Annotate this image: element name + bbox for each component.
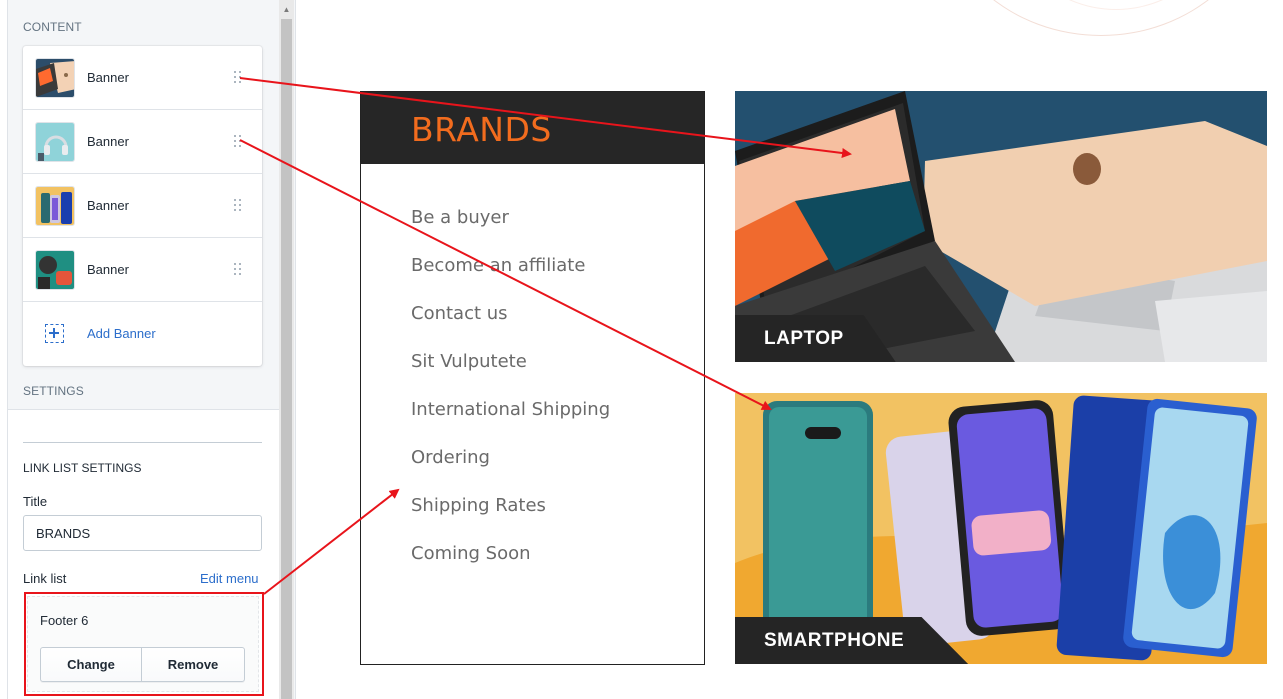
- banner-item-2[interactable]: Banner: [23, 110, 262, 174]
- brands-footer-menu: BRANDS Be a buyer Become an affiliate Co…: [360, 91, 705, 665]
- menu-link[interactable]: Contact us: [411, 303, 508, 324]
- settings-section-label: SETTINGS: [23, 384, 84, 398]
- gadgets-thumbnail: [35, 250, 75, 290]
- banner-list-card: Banner Banner Banner Banner Add Banner: [23, 46, 262, 366]
- annotation-highlight-box: [24, 592, 264, 696]
- brands-title: BRANDS: [411, 110, 552, 149]
- banner-label: Banner: [87, 198, 129, 213]
- drag-handle-icon[interactable]: [233, 198, 245, 214]
- laptop-promo-banner[interactable]: LAPTOP: [735, 91, 1267, 362]
- smartphone-thumbnail: [35, 186, 75, 226]
- link-list-label: Link list: [23, 571, 67, 586]
- banner-item-3[interactable]: Banner: [23, 174, 262, 238]
- add-banner-label: Add Banner: [87, 326, 156, 341]
- settings-divider: [23, 442, 262, 443]
- sidebar-edge: [0, 0, 8, 699]
- menu-link[interactable]: Ordering: [411, 447, 490, 468]
- title-field-label: Title: [23, 494, 48, 509]
- title-input[interactable]: [23, 515, 262, 551]
- laptop-thumbnail: [35, 58, 75, 98]
- menu-link[interactable]: Coming Soon: [411, 543, 531, 564]
- menu-link[interactable]: Shipping Rates: [411, 495, 546, 516]
- smartphone-promo-banner[interactable]: SMARTPHONE: [735, 393, 1267, 664]
- menu-link[interactable]: Be a buyer: [411, 207, 509, 228]
- add-section-icon: [45, 324, 64, 343]
- headphones-thumbnail: [35, 122, 75, 162]
- scroll-up-arrow-icon[interactable]: ▲: [279, 0, 294, 18]
- drag-handle-icon[interactable]: [233, 134, 245, 150]
- scroll-thumb[interactable]: [281, 19, 292, 699]
- menu-link[interactable]: Sit Vulputete: [411, 351, 527, 372]
- content-section-label: CONTENT: [23, 20, 82, 34]
- banner-item-4[interactable]: Banner: [23, 238, 262, 302]
- link-list-settings-heading: LINK LIST SETTINGS: [23, 461, 142, 475]
- banner-label: Banner: [87, 70, 129, 85]
- menu-link[interactable]: International Shipping: [411, 399, 610, 420]
- menu-link[interactable]: Become an affiliate: [411, 255, 585, 276]
- drag-handle-icon[interactable]: [233, 262, 245, 278]
- sidebar-scrollbar[interactable]: ▲: [279, 0, 294, 699]
- banner-item-1[interactable]: Banner: [23, 46, 262, 110]
- banner-label: Banner: [87, 134, 129, 149]
- drag-handle-icon[interactable]: [233, 70, 245, 86]
- edit-menu-link[interactable]: Edit menu: [200, 571, 259, 586]
- brands-header: BRANDS: [361, 92, 704, 164]
- banner-label: Banner: [87, 262, 129, 277]
- add-banner-button[interactable]: Add Banner: [23, 302, 262, 366]
